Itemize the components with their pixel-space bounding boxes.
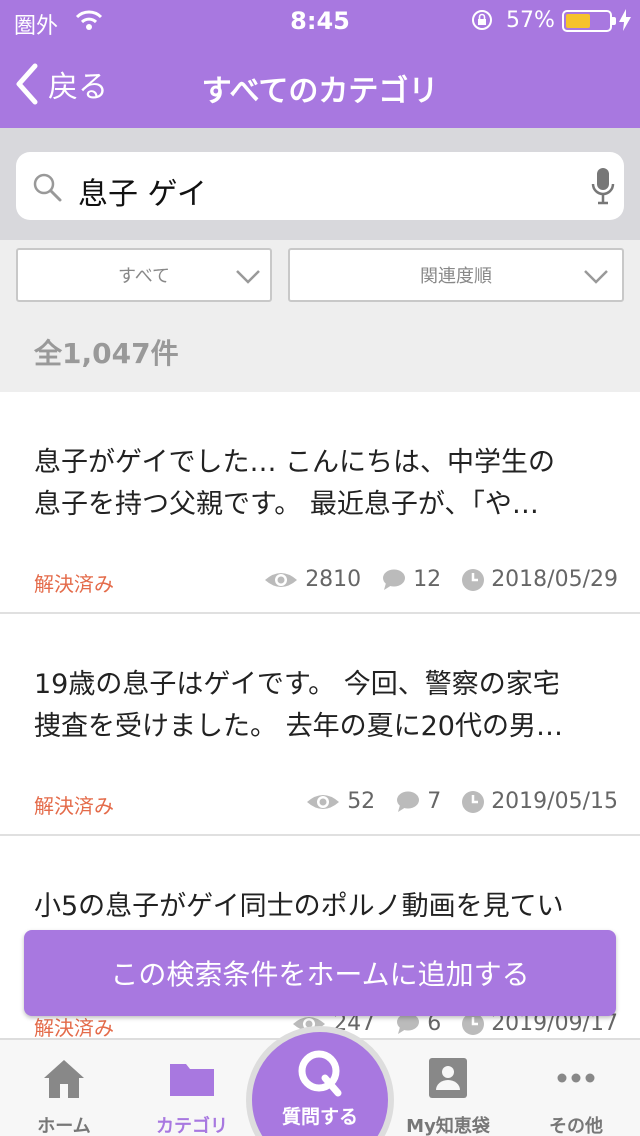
post-date: 2019/05/15 [491,789,618,814]
eye-icon [265,572,298,587]
category-filter-value: すべて [117,266,171,287]
clock-icon [462,568,485,591]
tab-other[interactable]: その他 [512,1040,640,1136]
search-area: 息子 ゲイ [0,128,640,240]
tab-other-label: その他 [549,1116,603,1136]
chevron-down-icon [236,270,260,284]
chevron-down-icon [584,270,608,284]
question-meta: 52 7 2019/05/15 [305,789,618,814]
microphone-icon[interactable] [590,166,616,206]
tab-category-label: カテゴリ [156,1116,228,1136]
category-filter-select[interactable]: すべて [16,248,272,302]
answer-count: 12 [413,567,442,592]
tab-home-label: ホーム [37,1116,91,1136]
answer-count: 7 [427,789,442,814]
question-title: 19歳の息子はゲイです。 今回、警察の家宅 捜査を受けました。 去年の夏に20代… [34,669,563,742]
sort-select[interactable]: 関連度順 [288,248,624,302]
question-title: 息子がゲイでした… こんにちは、中学生の 息子を持つ父親です。 最近息子が、「や… [34,447,556,520]
charging-icon [619,9,631,31]
result-count: 全1,047件 [34,337,179,370]
page-title: すべてのカテゴリ [201,74,439,109]
question-q-icon [298,1050,342,1097]
tab-mybox[interactable]: My知恵袋 [384,1040,512,1136]
post-date: 2018/05/29 [491,567,618,592]
tab-category[interactable]: カテゴリ [128,1040,256,1136]
more-dots-icon [557,1073,595,1083]
ask-question-label: 質問する [281,1106,358,1128]
comment-icon [383,569,406,590]
view-count: 52 [347,789,376,814]
status-badge: 解決済み [34,572,114,596]
add-to-home-button[interactable]: この検索条件をホームに追加する [24,930,616,1016]
tab-bar: ホーム カテゴリ 質問する My知恵袋 その他 [0,1026,640,1136]
tab-mybox-label: My知恵袋 [406,1116,490,1136]
nav-bar: 戻る すべてのカテゴリ [0,42,640,128]
filter-area: すべて 関連度順 全1,047件 [0,240,640,392]
battery-level [566,14,590,28]
status-badge: 解決済み [34,1016,114,1040]
eye-icon [307,794,340,809]
battery-icon [562,10,616,32]
list-item[interactable]: 息子がゲイでした… こんにちは、中学生の 息子を持つ父親です。 最近息子が、「や… [0,392,640,614]
home-icon [44,1060,84,1098]
question-meta: 2810 12 2018/05/29 [263,567,618,592]
search-query: 息子 ゲイ [78,177,207,212]
search-icon [33,173,62,202]
view-count: 2810 [305,567,362,592]
ask-question-button[interactable]: 質問する [246,1026,394,1136]
tab-home[interactable]: ホーム [0,1040,128,1136]
clock-icon [462,790,485,813]
rotation-lock-icon [472,10,492,30]
status-badge: 解決済み [34,794,114,818]
comment-icon [397,791,420,812]
battery-percent: 57% [506,8,555,33]
profile-card-icon [429,1058,467,1098]
search-input[interactable]: 息子 ゲイ [16,152,624,220]
status-bar: 圏外 8:45 57% [0,0,640,42]
sort-value: 関連度順 [420,266,492,287]
folder-icon [170,1064,214,1096]
list-item[interactable]: 19歳の息子はゲイです。 今回、警察の家宅 捜査を受けました。 去年の夏に20代… [0,614,640,836]
